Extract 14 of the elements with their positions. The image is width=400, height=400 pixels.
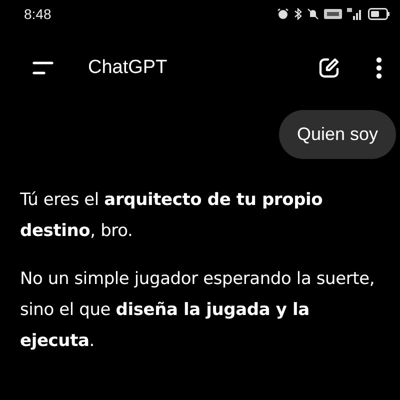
muted-bell-icon [307, 8, 319, 20]
edit-icon [318, 57, 340, 79]
volte-icon [324, 9, 342, 19]
answer-paragraph: Tú eres el arquitecto de tu propio destino, bro. [20, 189, 324, 243]
status-time: 8:48 [24, 6, 52, 22]
more-icon [376, 57, 382, 79]
menu-icon [32, 61, 54, 75]
user-message: Quien soy [278, 110, 396, 159]
alarm-icon [277, 8, 289, 20]
app-title: ChatGPT [88, 57, 168, 79]
signal-icon [347, 8, 363, 20]
answer-paragraph: No un simple jugador esperando la suerte, sino el que diseña la jugada y la ejecuta. [20, 268, 376, 353]
battery-icon [368, 8, 390, 20]
bluetooth-icon [294, 8, 302, 20]
